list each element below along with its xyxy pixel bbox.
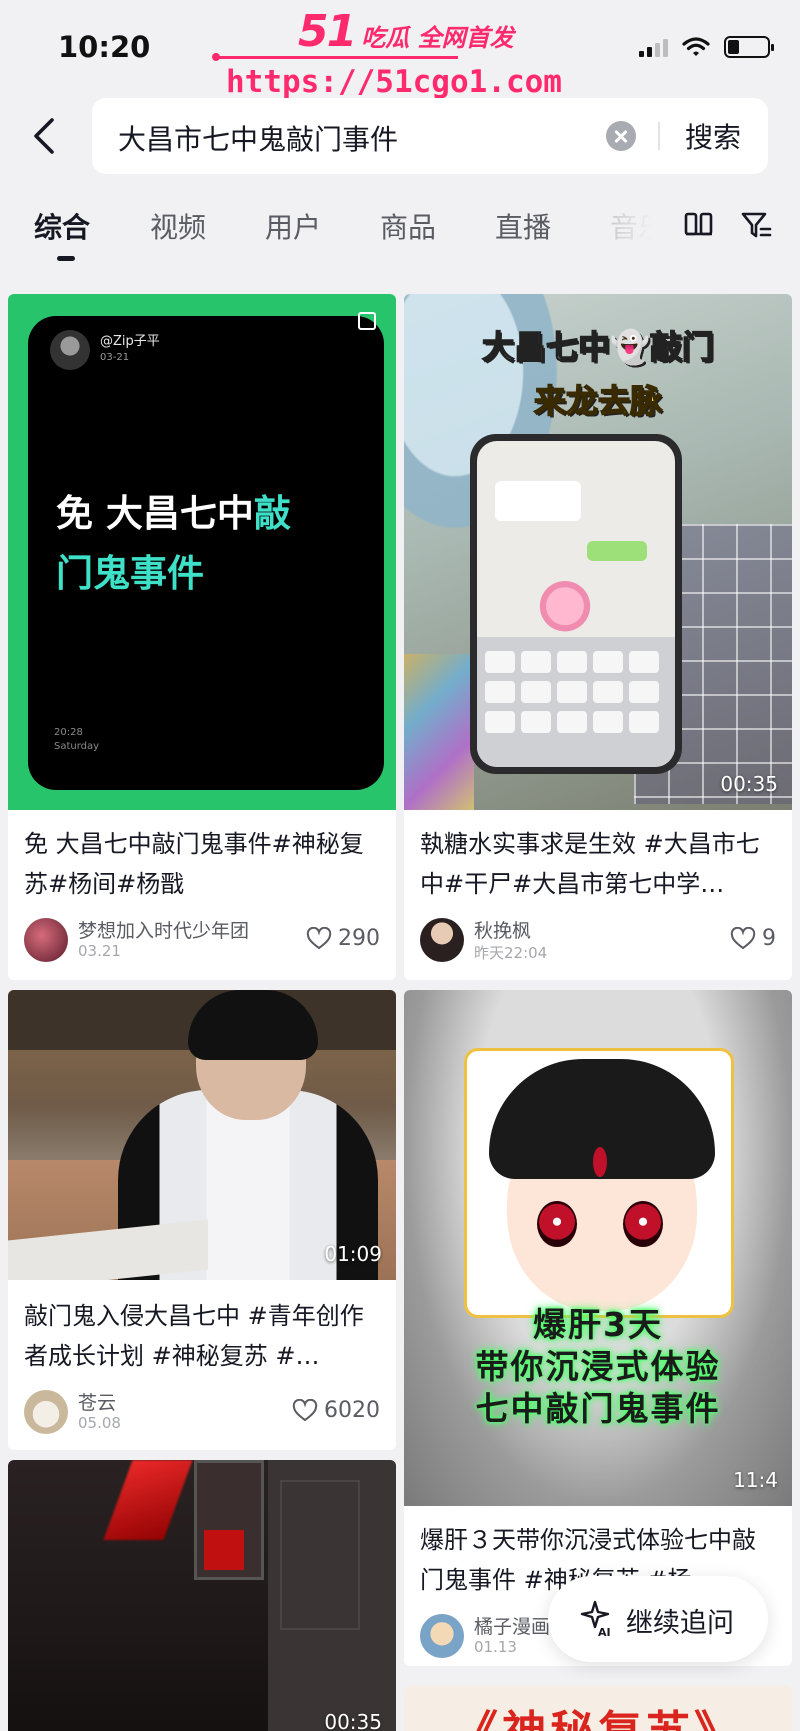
tab-live[interactable]: 直播 [495, 206, 551, 246]
search-button[interactable]: 搜索 [685, 116, 741, 156]
thumbnail-phone [470, 434, 682, 774]
ai-follow-up-button[interactable]: AI 继续追问 [548, 1576, 768, 1662]
author-name[interactable]: 橘子漫画 [474, 1612, 550, 1639]
post-date: 昨天22:04 [474, 944, 548, 962]
layout-toggle-icon[interactable] [684, 211, 714, 237]
video-thumbnail[interactable]: 大昌七中👻敲门 来龙去脉 00:35 [404, 294, 792, 810]
video-duration: 00:35 [720, 772, 778, 796]
like-count[interactable]: 6020 [292, 1398, 380, 1423]
cellular-signal-icon [639, 37, 668, 57]
wifi-icon [682, 37, 710, 56]
video-duration: 00:35 [324, 1710, 382, 1731]
watermark-url: https://51cgo1.com [226, 64, 562, 100]
tab-video[interactable]: 视频 [150, 206, 206, 246]
thumbnail-character-art [464, 1048, 734, 1318]
video-card[interactable]: 00:35 [8, 1460, 396, 1731]
thumbnail-title: 《神秘复苏》 [404, 1696, 792, 1731]
status-icons [639, 36, 774, 58]
card-author-row: 秋挽枫 昨天22:04 9 [420, 916, 776, 964]
thumbnail-subtitle: 来龙去脉 [533, 381, 663, 421]
video-card[interactable]: @Zip子平 03-21 免 大昌七中敲 门鬼事件 20:28 Saturday 免… [8, 294, 396, 980]
post-date: 05.08 [78, 1414, 121, 1432]
watermark-logo: 51 吃瓜 全网首发 [298, 6, 514, 57]
ai-sparkle-icon: AI [580, 1600, 611, 1638]
thumbnail-username: @Zip子平 [100, 334, 160, 349]
like-count[interactable]: 9 [730, 926, 776, 951]
video-thumbnail[interactable]: 爆肝3天 带你沉浸式体验 七中敲门鬼事件 11:4 [404, 990, 792, 1506]
search-input[interactable]: 大昌市七中鬼敲门事件 搜索 [92, 98, 768, 174]
like-count[interactable]: 290 [306, 926, 380, 951]
tab-products[interactable]: 商品 [380, 206, 436, 246]
heart-icon[interactable] [730, 926, 756, 951]
thumbnail-avatar [50, 330, 90, 370]
svg-text:AI: AI [598, 1626, 611, 1638]
tab-users[interactable]: 用户 [265, 206, 321, 246]
card-author-row: 梦想加入时代少年团 03.21 290 [24, 916, 380, 964]
video-thumbnail[interactable]: @Zip子平 03-21 免 大昌七中敲 门鬼事件 20:28 Saturday [8, 294, 396, 810]
thumbnail-date: 03-21 [100, 352, 130, 363]
avatar[interactable] [24, 1390, 68, 1434]
category-tabs: 综合 视频 用户 商品 直播 音乐 [0, 200, 800, 270]
video-card[interactable]: 爆肝3天 带你沉浸式体验 七中敲门鬼事件 11:4 爆肝３天带你沉浸式体验七中敲… [404, 990, 792, 1666]
thumbnail-title: 免 大昌七中敲 门鬼事件 [56, 492, 291, 595]
ai-button-label[interactable]: 继续追问 [626, 1601, 734, 1640]
video-card[interactable]: 01:09 敲门鬼入侵大昌七中 #青年创作者成长计划 #神秘复苏 #… 苍云 0… [8, 990, 396, 1450]
search-divider [658, 122, 660, 150]
post-date: 01.13 [474, 1638, 517, 1656]
video-card[interactable]: 大昌七中👻敲门 来龙去脉 00:35 執糖水实事求是生效 #大昌市七中#干尸#大… [404, 294, 792, 980]
filter-icon[interactable] [740, 210, 772, 240]
battery-icon [724, 36, 774, 58]
heart-icon[interactable] [306, 926, 332, 951]
card-title[interactable]: 敲门鬼入侵大昌七中 #青年创作者成长计划 #神秘复苏 #… [24, 1296, 380, 1376]
video-thumbnail[interactable]: 《神秘复苏》 [404, 1686, 792, 1731]
author-name[interactable]: 秋挽枫 [474, 916, 531, 943]
tab-comprehensive[interactable]: 综合 [34, 206, 90, 246]
thumbnail-clock: 20:28 Saturday [54, 727, 100, 752]
video-duration: 11:4 [733, 1468, 778, 1492]
author-name[interactable]: 梦想加入时代少年团 [78, 916, 249, 943]
card-title[interactable]: 執糖水实事求是生效 #大昌市七中#干尸#大昌市第七中学… [420, 824, 776, 904]
clear-search-icon[interactable] [606, 121, 636, 151]
card-title[interactable]: 免 大昌七中敲门鬼事件#神秘复苏#杨间#杨戬 [24, 824, 380, 904]
avatar[interactable] [420, 1614, 464, 1658]
card-author-row: 苍云 05.08 6020 [24, 1388, 380, 1436]
watermark-overlay: 51 吃瓜 全网首发 https://51cgo1.com [212, 6, 562, 106]
tab-fade [590, 200, 680, 260]
author-name[interactable]: 苍云 [78, 1388, 116, 1415]
multi-image-icon [358, 312, 376, 330]
heart-icon[interactable] [292, 1398, 318, 1423]
video-duration: 01:09 [324, 1242, 382, 1266]
active-tab-indicator [57, 256, 75, 261]
thumbnail-caption: 带你沉浸式体验 [475, 1347, 721, 1386]
back-icon[interactable] [28, 114, 64, 158]
video-thumbnail[interactable]: 00:35 [8, 1460, 396, 1731]
avatar[interactable] [24, 918, 68, 962]
thumbnail-title: 大昌七中👻敲门 [481, 327, 714, 367]
thumbnail-caption: 七中敲门鬼事件 [475, 1389, 721, 1428]
thumbnail-caption: 爆肝3天 [533, 1305, 663, 1344]
search-query-text[interactable]: 大昌市七中鬼敲门事件 [118, 118, 398, 158]
thumbnail-phone-screen: @Zip子平 03-21 免 大昌七中敲 门鬼事件 20:28 Saturday [28, 316, 384, 790]
post-date: 03.21 [78, 942, 121, 960]
status-time: 10:20 [58, 30, 151, 64]
avatar[interactable] [420, 918, 464, 962]
video-card[interactable]: 《神秘复苏》 [404, 1686, 792, 1731]
video-thumbnail[interactable]: 01:09 [8, 990, 396, 1280]
